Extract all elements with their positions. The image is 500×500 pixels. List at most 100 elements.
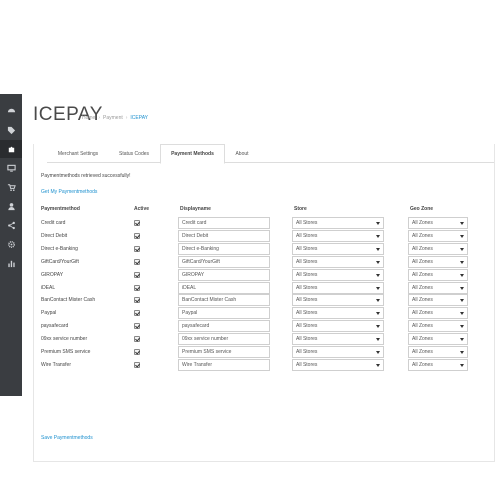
caret-down-icon: [460, 222, 464, 225]
store-select-value: All Stores: [296, 232, 318, 239]
breadcrumb-payment[interactable]: Payment: [103, 115, 123, 121]
user-icon: [7, 202, 16, 211]
paymentmethod-label: paysafecard: [41, 323, 69, 330]
displayname-input[interactable]: Direct Debit: [178, 229, 270, 242]
displayname-input[interactable]: Wire Transfer: [178, 358, 270, 371]
sidebar-item-puzzle[interactable]: [0, 140, 22, 158]
tab-payment-methods[interactable]: Payment Methods: [160, 144, 225, 164]
caret-down-icon: [460, 325, 464, 329]
active-checkbox[interactable]: [134, 232, 140, 239]
store-select[interactable]: All Stores: [292, 281, 384, 294]
sidebar-item-cart[interactable]: [0, 178, 22, 196]
geo-zone-select[interactable]: All Zones: [408, 358, 468, 371]
store-select[interactable]: All Stores: [292, 320, 384, 333]
displayname-input[interactable]: Paypal: [178, 307, 270, 320]
sidebar-item-cog[interactable]: [0, 235, 22, 253]
store-select-value: All Stores: [296, 245, 318, 252]
geo-zone-select[interactable]: All Zones: [408, 242, 468, 255]
active-checkbox[interactable]: [134, 284, 140, 291]
store-select[interactable]: All Stores: [292, 307, 384, 320]
geo-zone-select-value: All Zones: [412, 336, 433, 343]
displayname-input[interactable]: Direct e-Banking: [178, 242, 270, 255]
geo-zone-select-value: All Zones: [412, 310, 433, 317]
geo-zone-select[interactable]: All Zones: [408, 346, 468, 358]
table-row: GIROPAY GIROPAY All Stores All Zones: [34, 268, 494, 282]
tab-about[interactable]: About: [226, 144, 258, 163]
store-select-value: All Stores: [296, 361, 318, 368]
displayname-input[interactable]: GIROPAY: [178, 268, 270, 281]
store-select[interactable]: All Stores: [292, 217, 384, 229]
active-checkbox[interactable]: [134, 310, 140, 317]
tab-bar: Merchant Settings Status Codes Payment Met…: [47, 144, 494, 164]
store-select[interactable]: All Stores: [292, 346, 384, 358]
get-paymentmethods-link[interactable]: Get My Paymentmethods: [41, 189, 97, 195]
displayname-input[interactable]: Credit card: [178, 217, 270, 229]
header-displayname: Displayname: [180, 206, 211, 212]
active-checkbox[interactable]: [134, 323, 140, 330]
active-checkbox[interactable]: [134, 297, 140, 304]
geo-zone-select[interactable]: All Zones: [408, 307, 468, 320]
sidebar-item-share[interactable]: [0, 216, 22, 234]
displayname-input[interactable]: Premium SMS service: [178, 346, 270, 358]
paymentmethod-label: Direct e-Banking: [41, 245, 78, 252]
active-checkbox[interactable]: [134, 220, 140, 226]
displayname-input[interactable]: iDEAL: [178, 281, 270, 294]
geo-zone-select[interactable]: All Zones: [408, 255, 468, 268]
geo-zone-select[interactable]: All Zones: [408, 333, 468, 346]
active-checkbox[interactable]: [134, 245, 140, 252]
sidebar-item-desktop[interactable]: [0, 159, 22, 177]
sidebar-item-user[interactable]: [0, 197, 22, 215]
store-select-value: All Stores: [296, 323, 318, 330]
active-checkbox[interactable]: [134, 349, 140, 355]
active-checkbox[interactable]: [134, 361, 140, 368]
caret-down-icon: [460, 234, 464, 238]
tab-status-codes[interactable]: Status Codes: [109, 144, 159, 163]
caret-down-icon: [460, 299, 464, 303]
geo-zone-select-value: All Zones: [412, 361, 433, 368]
geo-zone-select[interactable]: All Zones: [408, 281, 468, 294]
store-select-value: All Stores: [296, 258, 318, 265]
paymentmethod-label: Paypal: [41, 310, 57, 317]
paymentmethod-label: iDEAL: [41, 284, 56, 291]
breadcrumb: Home › Payment › ICEPAY: [82, 115, 148, 121]
store-select[interactable]: All Stores: [292, 294, 384, 307]
displayname-input[interactable]: BanContact Mister Cash: [178, 294, 270, 307]
displayname-input[interactable]: GiftCard/YourGift: [178, 255, 270, 268]
tab-merchant-settings[interactable]: Merchant Settings: [47, 144, 109, 163]
sidebar-item-tags[interactable]: [0, 121, 22, 139]
active-checkbox[interactable]: [134, 258, 140, 265]
header-geo-zone: Geo Zone: [410, 206, 434, 212]
cog-icon: [7, 240, 16, 249]
paymentmethod-label: GiftCard/YourGift: [41, 258, 79, 265]
caret-down-icon: [376, 273, 380, 277]
paymentmethod-label: BanContact Mister Cash: [41, 297, 96, 304]
table-row: 09xx service number 09xx service number Al…: [34, 333, 494, 346]
store-select-value: All Stores: [296, 349, 318, 355]
store-select[interactable]: All Stores: [292, 229, 384, 242]
geo-zone-select[interactable]: All Zones: [408, 320, 468, 333]
displayname-input[interactable]: paysafecard: [178, 320, 270, 333]
sidebar-item-dashboard[interactable]: [0, 101, 22, 119]
sidebar-item-bar-chart[interactable]: [0, 254, 22, 272]
store-select-value: All Stores: [296, 220, 318, 226]
paymentmethod-label: Premium SMS service: [41, 349, 91, 355]
geo-zone-select[interactable]: All Zones: [408, 217, 468, 229]
geo-zone-select[interactable]: All Zones: [408, 268, 468, 281]
breadcrumb-home[interactable]: Home: [82, 115, 95, 121]
breadcrumb-icepay[interactable]: ICEPAY: [130, 115, 148, 121]
table-row: Direct Debit Direct Debit All Stores All Zo…: [34, 229, 494, 243]
active-checkbox[interactable]: [134, 336, 140, 343]
store-select[interactable]: All Stores: [292, 333, 384, 346]
save-paymentmethods-link[interactable]: Save Paymentmethods: [41, 435, 93, 441]
store-select[interactable]: All Stores: [292, 242, 384, 255]
store-select[interactable]: All Stores: [292, 268, 384, 281]
table-row: iDEAL iDEAL All Stores All Zones: [34, 281, 494, 295]
active-checkbox[interactable]: [134, 271, 140, 278]
caret-down-icon: [460, 286, 464, 290]
store-select[interactable]: All Stores: [292, 255, 384, 268]
store-select[interactable]: All Stores: [292, 358, 384, 371]
geo-zone-select[interactable]: All Zones: [408, 229, 468, 242]
displayname-input[interactable]: 09xx service number: [178, 333, 270, 346]
geo-zone-select[interactable]: All Zones: [408, 294, 468, 307]
geo-zone-select-value: All Zones: [412, 220, 433, 226]
